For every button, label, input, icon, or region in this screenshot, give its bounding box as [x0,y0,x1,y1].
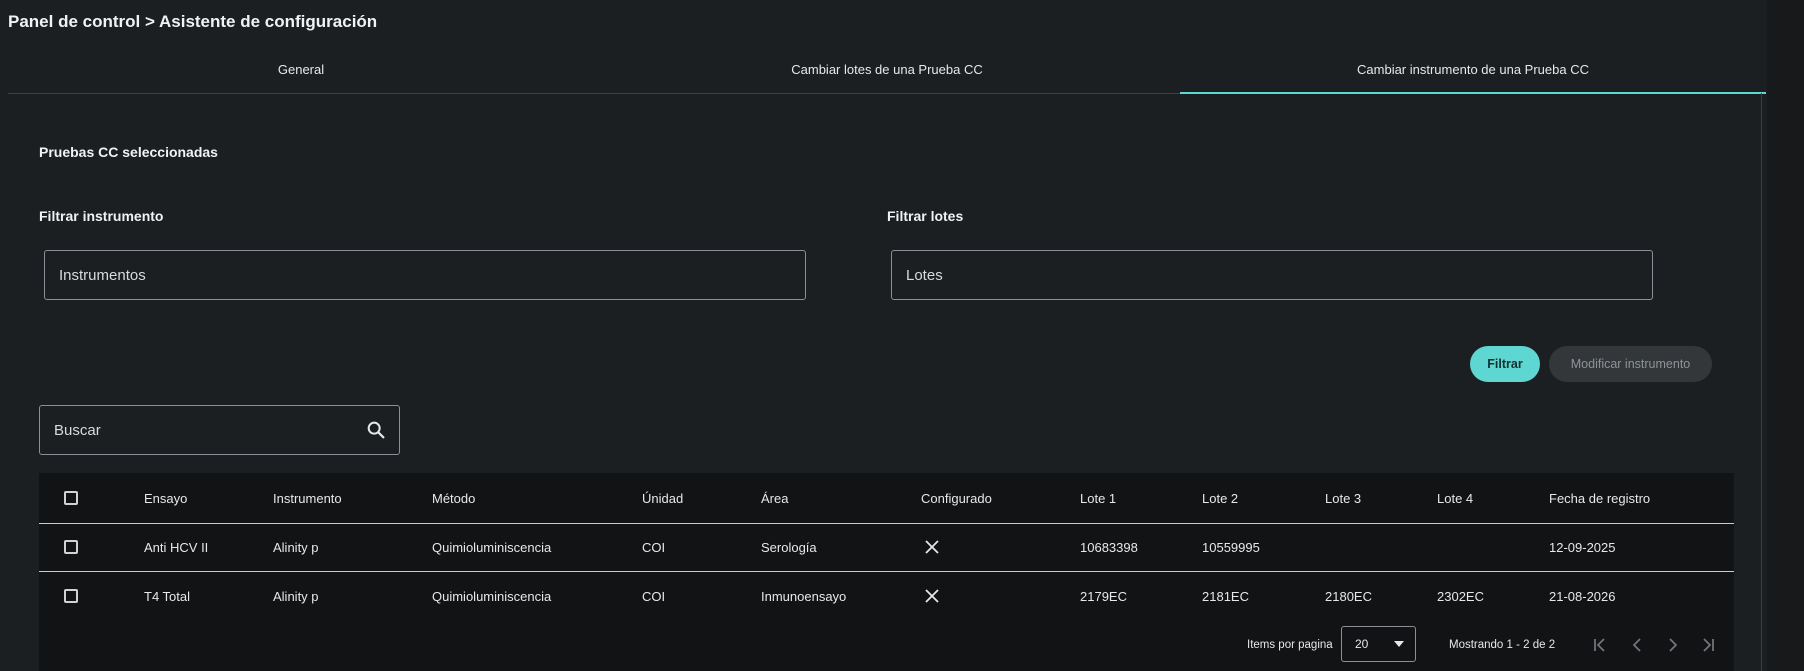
next-page-icon[interactable] [1663,635,1683,655]
col-lote1[interactable]: Lote 1 [1080,473,1116,523]
tab-change-instrument[interactable]: Cambiar instrumento de una Prueba CC [1180,52,1766,94]
cell-metodo: Quimioluminiscencia [432,588,552,604]
cell-lote1: 10683398 [1080,539,1138,555]
cell-metodo: Quimioluminiscencia [432,539,552,555]
col-instrumento[interactable]: Instrumento [273,473,342,523]
tab-change-lots[interactable]: Cambiar lotes de una Prueba CC [594,52,1180,93]
cell-area: Serología [761,539,817,555]
page-title: Panel de control > Asistente de configur… [8,12,378,31]
cell-ensayo: T4 Total [144,588,191,604]
range-text: Mostrando 1 - 2 de 2 [1449,639,1556,651]
panel-border [1761,93,1762,671]
cell-configurado [925,572,939,620]
section-title: Pruebas CC seleccionadas [39,144,218,160]
col-lote2[interactable]: Lote 2 [1202,473,1238,523]
table-row[interactable]: T4 Total Alinity p Quimioluminiscencia C… [39,572,1734,620]
cell-fecha: 21-08-2026 [1549,588,1616,604]
select-all-checkbox[interactable] [64,491,78,505]
caret-down-icon [1394,641,1404,647]
lots-filter-label: Filtrar lotes [887,208,964,224]
instrument-input[interactable] [44,250,806,300]
cell-ensayo: Anti HCV II [144,539,209,555]
search-box [39,405,400,455]
filter-button[interactable]: Filtrar [1470,346,1540,382]
table-header: Ensayo Instrumento Método Únidad Área Co… [39,473,1734,524]
cell-lote2: 10559995 [1202,539,1260,555]
cell-lote1: 2179EC [1080,588,1127,604]
row-checkbox[interactable] [64,540,78,554]
last-page-icon[interactable] [1698,635,1718,655]
cell-area: Inmunoensayo [761,588,847,604]
lots-input[interactable] [891,250,1653,300]
col-fecha[interactable]: Fecha de registro [1549,473,1650,523]
items-per-page-label: Items por pagina [1247,639,1333,651]
col-metodo[interactable]: Método [432,473,475,523]
col-unidad[interactable]: Únidad [642,473,683,523]
col-lote3[interactable]: Lote 3 [1325,473,1361,523]
table-row[interactable]: Anti HCV II Alinity p Quimioluminiscenci… [39,523,1734,572]
cell-lote4: 2302EC [1437,588,1484,604]
cell-instrumento: Alinity p [273,588,319,604]
col-configurado[interactable]: Configurado [921,473,992,523]
cell-fecha: 12-09-2025 [1549,539,1616,555]
pagination: Items por pagina 20 Mostrando 1 - 2 de 2 [39,625,1734,671]
search-icon[interactable] [365,419,387,441]
first-page-icon[interactable] [1590,635,1610,655]
prev-page-icon[interactable] [1627,635,1647,655]
instrument-filter-label: Filtrar instrumento [39,208,164,224]
tests-table: Ensayo Instrumento Método Únidad Área Co… [39,473,1734,671]
cell-unidad: COI [642,588,666,604]
search-input[interactable] [40,406,368,454]
cell-configurado [925,523,939,571]
row-checkbox[interactable] [64,589,78,603]
cell-instrumento: Alinity p [273,539,319,555]
close-icon [925,540,939,554]
col-area[interactable]: Área [761,473,788,523]
cell-unidad: COI [642,539,666,555]
cell-lote2: 2181EC [1202,588,1249,604]
close-icon [925,589,939,603]
col-ensayo[interactable]: Ensayo [144,473,187,523]
col-lote4[interactable]: Lote 4 [1437,473,1473,523]
modify-instrument-button[interactable]: Modificar instrumento [1549,346,1712,382]
page-size-select[interactable]: 20 [1341,626,1416,662]
page-size-value: 20 [1355,637,1369,651]
cell-lote3: 2180EC [1325,588,1372,604]
tab-bar: General Cambiar lotes de una Prueba CC C… [8,52,1766,94]
tab-general[interactable]: General [8,52,594,93]
right-margin [1767,0,1804,671]
